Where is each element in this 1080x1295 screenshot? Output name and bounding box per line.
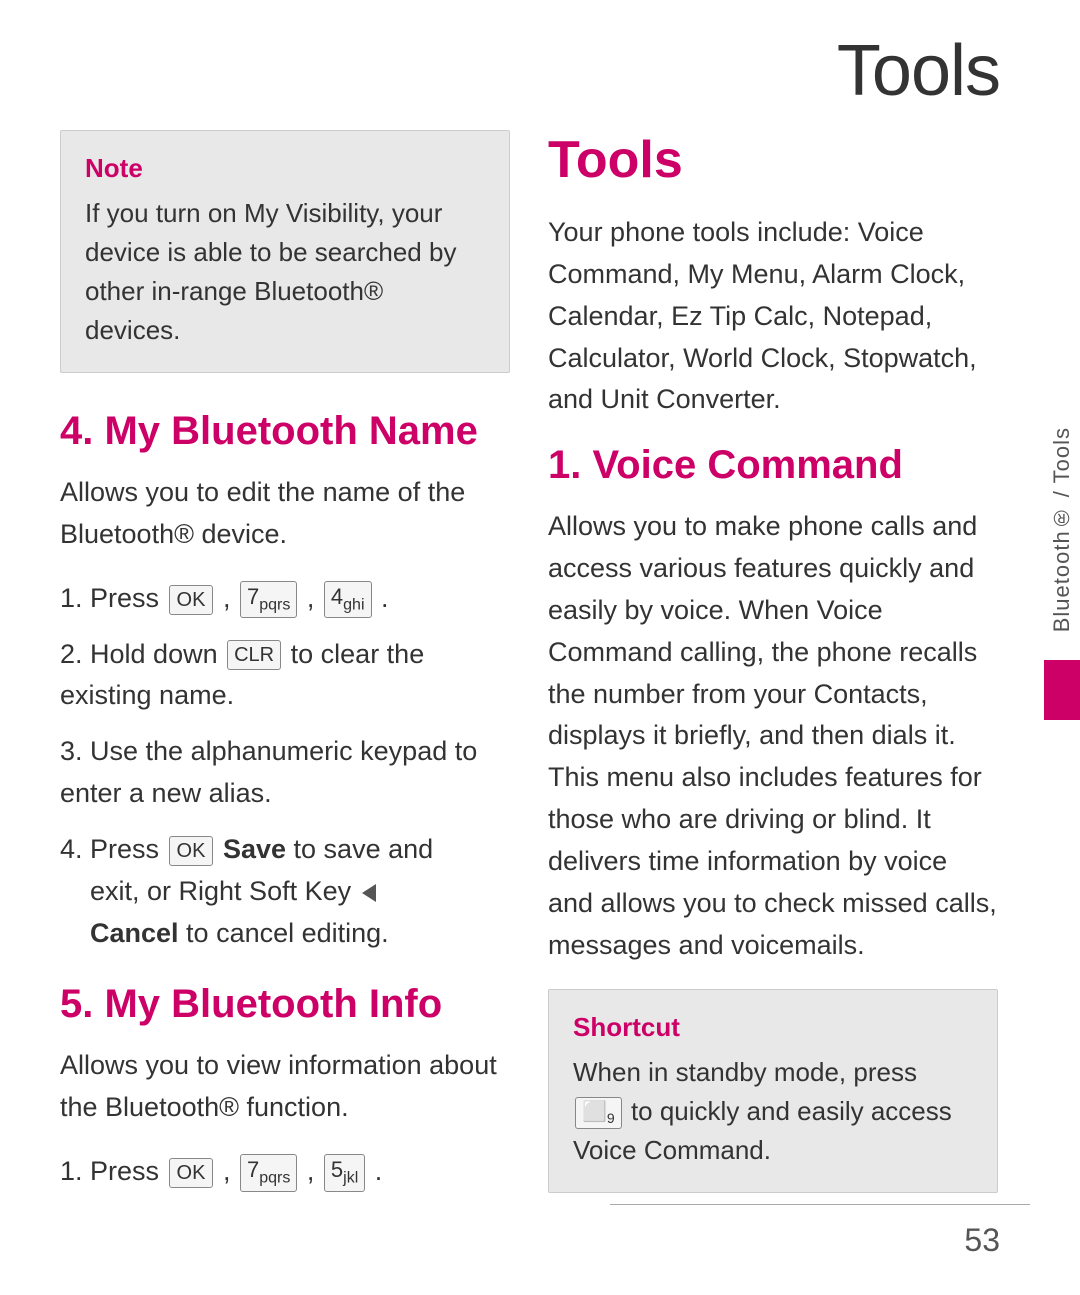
key-ok-2: OK [169,836,214,866]
key-clr: CLR [227,640,281,670]
soft-key-icon [362,884,376,902]
shortcut-box-text: When in standby mode, press ⬜9 to quickl… [573,1053,973,1170]
key-7pqrs-2: 7pqrs [240,1154,297,1191]
step-4-4: 4. Press OK Save to save and exit, or Ri… [60,829,510,955]
tools-body-text: Your phone tools include: Voice Command,… [548,212,998,421]
section-5-body: Allows you to view information about the… [60,1045,510,1129]
right-column: Tools Your phone tools include: Voice Co… [548,130,998,1229]
section-5-heading: 5. My Bluetooth Info [60,982,510,1027]
key-ok-3: OK [169,1158,214,1188]
page-header-title: Tools [837,30,1000,112]
shortcut-box: Shortcut When in standby mode, press ⬜9 … [548,989,998,1193]
section-4-heading: 4. My Bluetooth Name [60,409,510,454]
note-box-title: Note [85,153,485,184]
section-1-body: Allows you to make phone calls and acces… [548,506,998,966]
shortcut-box-title: Shortcut [573,1012,973,1043]
section-4: 4. My Bluetooth Name Allows you to edit … [60,409,510,954]
step-5-1: 1. Press OK , 7pqrs , 5jkl . [60,1151,510,1193]
section-5-steps: 1. Press OK , 7pqrs , 5jkl . [60,1151,510,1193]
sidebar-tab-label: Bluetooth® / Tools [1047,427,1078,632]
key-7pqrs: 7pqrs [240,581,297,618]
note-box-text: If you turn on My Visibility, your devic… [85,194,485,350]
sidebar-tab: Bluetooth® / Tools [1044,420,1080,640]
section-1-heading: 1. Voice Command [548,443,998,488]
section-1: 1. Voice Command Allows you to make phon… [548,443,998,966]
sidebar-accent-bar [1044,660,1080,720]
step-4-2: 2. Hold down CLR to clear the existing n… [60,634,510,718]
section-4-steps: 1. Press OK , 7pqrs , 4ghi . 2. Hold dow… [60,578,510,955]
key-4ghi: 4ghi [324,581,372,618]
page-number: 53 [964,1222,1000,1259]
note-box: Note If you turn on My Visibility, your … [60,130,510,373]
page-divider [610,1204,1030,1205]
key-voice: ⬜9 [575,1097,622,1129]
key-ok-1: OK [169,585,214,615]
step-4-3: 3. Use the alphanumeric keypad to enter … [60,731,510,815]
tools-section-heading: Tools [548,130,998,190]
step-4-1: 1. Press OK , 7pqrs , 4ghi . [60,578,510,620]
section-5: 5. My Bluetooth Info Allows you to view … [60,982,510,1193]
section-4-body: Allows you to edit the name of the Bluet… [60,472,510,556]
left-column: Note If you turn on My Visibility, your … [60,130,510,1221]
key-5jkl: 5jkl [324,1154,365,1191]
